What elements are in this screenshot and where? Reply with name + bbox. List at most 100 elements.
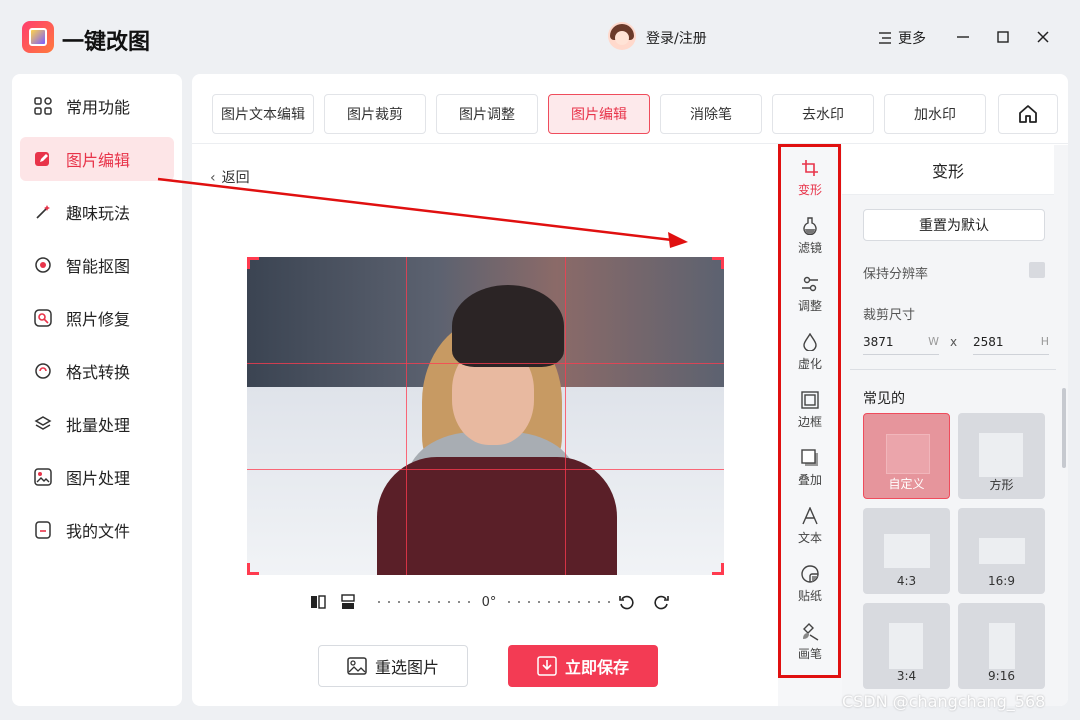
brush-icon xyxy=(803,622,819,641)
filter-icon xyxy=(803,216,817,235)
repair-icon xyxy=(34,309,52,327)
sidebar-item-cutout[interactable]: 智能抠图 xyxy=(20,243,174,287)
file-icon xyxy=(34,521,52,539)
sidebar-item-convert[interactable]: 格式转换 xyxy=(20,349,174,393)
sidebar-item-label: 照片修复 xyxy=(66,310,131,329)
rotate-right-icon[interactable] xyxy=(654,594,670,610)
ratio-16-9[interactable]: 16:9 xyxy=(958,508,1045,594)
rotation-bar: 0° xyxy=(310,590,670,614)
cutout-icon xyxy=(34,256,52,274)
crop-handle[interactable] xyxy=(247,257,259,269)
text-icon xyxy=(802,506,818,524)
ratio-label: 9:16 xyxy=(988,669,1015,683)
tool-label: 画笔 xyxy=(797,646,822,661)
tool-label: 文本 xyxy=(797,530,822,545)
reselect-image-button[interactable]: 重选图片 xyxy=(318,645,468,687)
crop-icon xyxy=(802,159,818,176)
back-label: 返回 xyxy=(221,170,250,186)
keep-resolution-checkbox[interactable] xyxy=(1029,262,1045,278)
panel-title: 变形 xyxy=(842,145,1054,195)
sidebar-item-label: 趣味玩法 xyxy=(66,204,131,223)
user-avatar[interactable] xyxy=(608,22,636,50)
sidebar-item-label: 格式转换 xyxy=(66,363,131,382)
tab-remove-watermark[interactable]: 去水印 xyxy=(772,94,874,134)
magic-wand-icon xyxy=(34,203,52,221)
tool-label: 变形 xyxy=(797,182,822,197)
rotation-slider-right[interactable] xyxy=(508,601,611,603)
reselect-label: 重选图片 xyxy=(374,658,439,677)
tool-text[interactable]: 文本 xyxy=(778,501,842,551)
tool-adjust[interactable]: 调整 xyxy=(778,269,842,319)
ratio-label: 4:3 xyxy=(896,574,917,588)
tab-eraser[interactable]: 消除笔 xyxy=(660,94,762,134)
ratio-4-3[interactable]: 4:3 xyxy=(863,508,950,594)
sidebar-item-label: 我的文件 xyxy=(66,522,131,541)
chevron-left-icon: ‹ xyxy=(210,170,216,186)
flip-vertical-icon[interactable] xyxy=(340,594,356,610)
keep-resolution-label: 保持分辨率 xyxy=(863,267,929,282)
sidebar-item-common[interactable]: 常用功能 xyxy=(20,84,174,128)
tool-sticker[interactable]: 贴纸 xyxy=(778,559,842,609)
ratio-square[interactable]: 方形 xyxy=(958,413,1045,499)
save-label: 立即保存 xyxy=(564,658,629,677)
crop-handle[interactable] xyxy=(712,257,724,269)
close-button[interactable] xyxy=(1028,22,1058,52)
minimize-icon xyxy=(957,36,969,38)
save-button[interactable]: 立即保存 xyxy=(508,645,658,687)
more-menu-button[interactable]: 更多 xyxy=(878,28,926,48)
crop-grid-line xyxy=(247,363,724,364)
app-logo xyxy=(22,21,54,53)
tab-image-edit[interactable]: 图片编辑 xyxy=(548,94,650,134)
tab-adjust[interactable]: 图片调整 xyxy=(436,94,538,134)
sidebar-item-image-edit[interactable]: 图片编辑 xyxy=(20,137,174,181)
ratio-label: 方形 xyxy=(989,478,1014,492)
rotation-slider-left[interactable] xyxy=(377,601,470,603)
tool-frame[interactable]: 边框 xyxy=(778,385,842,435)
menu-icon xyxy=(879,32,891,44)
main-panel: 图片文本编辑 图片裁剪 图片调整 图片编辑 消除笔 去水印 加水印 ‹ 返回 0… xyxy=(192,74,1068,706)
sidebar: 常用功能 图片编辑 趣味玩法 智能抠图 照片修复 格式转换 批量处理 图片处理 … xyxy=(12,74,182,706)
photo-canvas[interactable] xyxy=(247,257,724,575)
sticker-icon xyxy=(801,564,819,583)
tab-add-watermark[interactable]: 加水印 xyxy=(884,94,986,134)
tool-overlay[interactable]: 叠加 xyxy=(778,443,842,493)
tool-transform[interactable]: 变形 xyxy=(778,153,842,203)
minimize-button[interactable] xyxy=(948,22,978,52)
app-title: 一键改图 xyxy=(62,30,151,55)
crop-width-input[interactable]: 3871 W xyxy=(863,329,939,355)
sidebar-item-fun[interactable]: 趣味玩法 xyxy=(20,190,174,234)
divider xyxy=(850,369,1056,370)
tool-brush[interactable]: 画笔 xyxy=(778,617,842,667)
tab-crop[interactable]: 图片裁剪 xyxy=(324,94,426,134)
maximize-icon xyxy=(997,31,1009,43)
panel-scrollbar[interactable] xyxy=(1062,388,1066,468)
ratio-9-16[interactable]: 9:16 xyxy=(958,603,1045,689)
tab-text-edit[interactable]: 图片文本编辑 xyxy=(212,94,314,134)
reset-default-button[interactable]: 重置为默认 xyxy=(863,209,1045,241)
sidebar-item-my-files[interactable]: 我的文件 xyxy=(20,508,174,552)
tool-filter[interactable]: 滤镜 xyxy=(778,211,842,261)
crop-height-input[interactable]: 2581 H xyxy=(973,329,1049,355)
frame-icon xyxy=(801,390,819,409)
sidebar-item-repair[interactable]: 照片修复 xyxy=(20,296,174,340)
rotate-left-icon[interactable] xyxy=(618,594,634,610)
crop-handle[interactable] xyxy=(247,563,259,575)
login-link[interactable]: 登录/注册 xyxy=(646,28,707,48)
crop-height-value: 2581 xyxy=(973,334,1004,349)
sidebar-item-image-process[interactable]: 图片处理 xyxy=(20,455,174,499)
home-button[interactable] xyxy=(998,94,1058,134)
tool-blur[interactable]: 虚化 xyxy=(778,327,842,377)
ratio-3-4[interactable]: 3:4 xyxy=(863,603,950,689)
crop-handle[interactable] xyxy=(712,563,724,575)
maximize-button[interactable] xyxy=(988,22,1018,52)
image-icon xyxy=(34,468,52,486)
ratio-label: 16:9 xyxy=(988,574,1015,588)
crop-grid-line xyxy=(565,257,566,575)
sidebar-item-batch[interactable]: 批量处理 xyxy=(20,402,174,446)
back-link[interactable]: ‹ 返回 xyxy=(210,167,250,187)
feature-tabs: 图片文本编辑 图片裁剪 图片调整 图片编辑 消除笔 去水印 加水印 xyxy=(192,74,1068,144)
tool-label: 滤镜 xyxy=(797,240,822,255)
flip-horizontal-icon[interactable] xyxy=(310,594,326,610)
ratio-custom[interactable]: 自定义 xyxy=(863,413,950,499)
layers-icon xyxy=(34,415,52,433)
